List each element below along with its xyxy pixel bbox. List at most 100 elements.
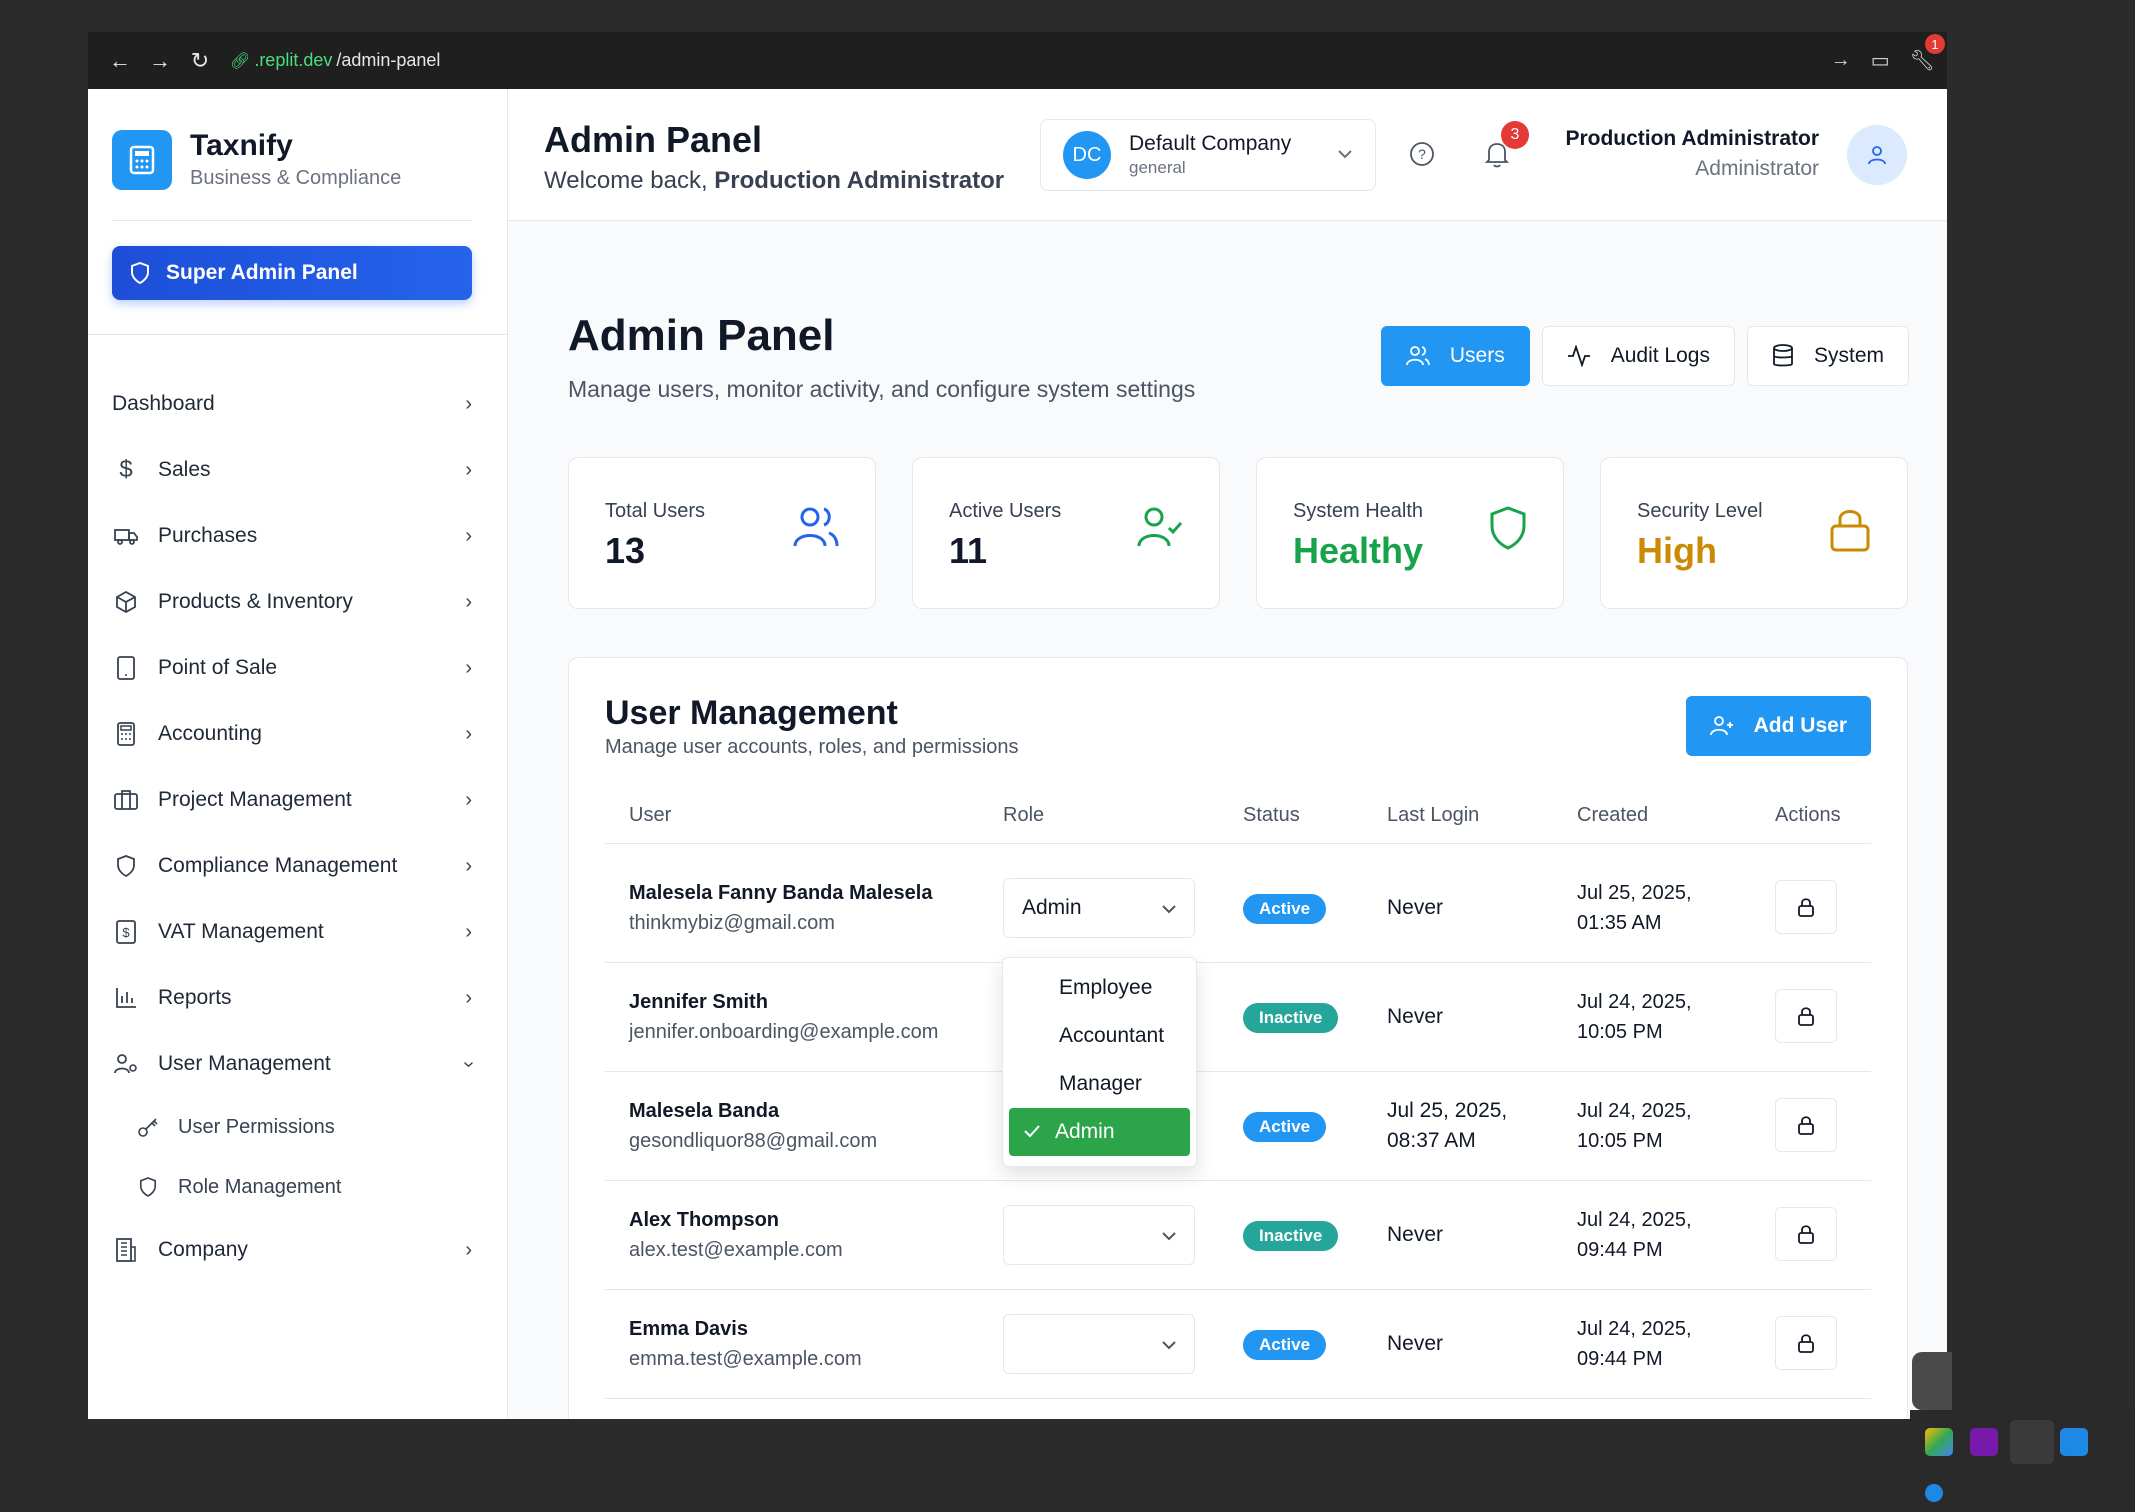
column-header: User — [629, 804, 672, 826]
header-title: Admin Panel — [544, 119, 763, 160]
extension-badge: 1 — [1925, 34, 1945, 54]
user-role: Administrator — [1695, 157, 1819, 180]
google-drive-icon[interactable] — [1925, 1428, 1953, 1456]
sidebar-item-label: Accounting — [158, 722, 262, 745]
role-option-admin[interactable]: Admin — [1009, 1108, 1190, 1156]
onenote-icon[interactable] — [1970, 1428, 1998, 1456]
chevron-right-icon: › — [465, 458, 472, 481]
role-option-accountant[interactable]: Accountant — [1009, 1012, 1190, 1060]
truck-icon — [112, 522, 140, 550]
tab-system[interactable]: System — [1746, 326, 1909, 386]
user-name-cell: Alex Thompson — [629, 1209, 780, 1231]
sidebar-item-purchases[interactable]: Purchases › — [112, 503, 472, 569]
role-select[interactable]: Admin — [1003, 878, 1195, 938]
chevron-right-icon: › — [465, 590, 472, 613]
admin-tabs: Users Audit Logs System — [1380, 326, 1909, 386]
stat-card-system-health: System Health Healthy — [1256, 457, 1564, 609]
floating-handle[interactable] — [1912, 1352, 1952, 1410]
bluetooth-icon[interactable] — [1925, 1484, 1943, 1502]
lock-user-button[interactable] — [1775, 1098, 1837, 1152]
app-window: Taxnify Business & Compliance Super Admi… — [88, 89, 1947, 1419]
user-email-cell: gesondliquor88@gmail.com — [629, 1130, 878, 1152]
user-email-cell: jennifer.onboarding@example.com — [629, 1021, 939, 1043]
calculator-icon — [112, 129, 172, 190]
feather-icon[interactable] — [2010, 1420, 2054, 1464]
sidebar-item-user-management[interactable]: User Management › — [112, 1031, 480, 1097]
lock-user-button[interactable] — [1775, 989, 1837, 1043]
address-bar[interactable]: 🔗︎ .replit.dev/admin-panel — [230, 50, 440, 71]
sidebar-item-dashboard[interactable]: Dashboard › — [112, 371, 472, 437]
sidebar-item-compliance-management[interactable]: Compliance Management › — [112, 833, 472, 899]
column-header: Actions — [1775, 804, 1841, 826]
role-select[interactable] — [1003, 1314, 1195, 1374]
created-cell: Jul 24, 2025, 09:44 PM — [1577, 1205, 1692, 1265]
reload-icon[interactable]: ↻ — [180, 41, 220, 81]
created-cell: Jul 24, 2025, 09:44 PM — [1577, 1314, 1692, 1374]
role-option-manager[interactable]: Manager — [1009, 1060, 1190, 1108]
sidebar-item-label: VAT Management — [158, 920, 324, 943]
last-login-line: 08:37 AM — [1387, 1129, 1476, 1152]
chevron-down-icon — [1162, 1223, 1176, 1247]
super-admin-button[interactable]: Super Admin Panel — [112, 246, 472, 300]
created-cell: Jul 24, 2025, 10:05 PM — [1577, 987, 1692, 1047]
sidebar-item-company[interactable]: Company › — [112, 1217, 472, 1283]
sidebar-item-label: Role Management — [178, 1175, 342, 1198]
company-selector[interactable]: DC Default Company general — [1040, 119, 1376, 191]
briefcase-icon — [112, 786, 140, 814]
forward-icon[interactable]: → — [140, 41, 180, 81]
lock-user-button[interactable] — [1775, 880, 1837, 934]
lock-icon — [1798, 1225, 1814, 1244]
last-login-line: Jul 25, 2025, — [1387, 1099, 1508, 1122]
tab-audit-logs[interactable]: Audit Logs — [1541, 326, 1735, 386]
last-login-cell: Jul 25, 2025, 08:37 AM — [1387, 1096, 1507, 1156]
role-value: Admin — [1022, 896, 1082, 919]
add-user-button[interactable]: Add User — [1685, 696, 1871, 756]
stat-card-security-level: Security Level High — [1600, 457, 1908, 609]
extension-icon[interactable]: 🔧︎ 1 — [1910, 34, 1945, 73]
page-subtitle: Manage users, monitor activity, and conf… — [568, 376, 1196, 402]
dollar-icon: $ — [119, 456, 133, 483]
user-email-cell: alex.test@example.com — [629, 1239, 843, 1261]
check-icon — [1023, 1120, 1041, 1144]
last-login-line: Never — [1387, 1223, 1444, 1246]
welcome-prefix: Welcome back, — [544, 167, 715, 194]
app-icon[interactable] — [2060, 1428, 2088, 1456]
sidebar-item-sales[interactable]: $ Sales › — [112, 437, 472, 503]
stat-label: System Health — [1293, 500, 1424, 522]
last-login-cell: Never — [1387, 1220, 1443, 1250]
sidebar-item-label: User Permissions — [178, 1115, 335, 1138]
lock-user-button[interactable] — [1775, 1316, 1837, 1370]
role-option-employee[interactable]: Employee — [1009, 964, 1190, 1012]
last-login-cell: Never — [1387, 1002, 1443, 1032]
arrow-right-icon[interactable]: → — [1831, 49, 1851, 72]
sidebar-subitem-user-permissions[interactable]: User Permissions — [112, 1097, 472, 1157]
shield-icon — [112, 852, 140, 880]
shield-icon — [1489, 506, 1527, 555]
sidebar-item-products-inventory[interactable]: Products & Inventory › — [112, 569, 472, 635]
created-cell: Jul 25, 2025, 01:35 AM — [1577, 878, 1692, 938]
lock-user-button[interactable] — [1775, 1207, 1837, 1261]
header-welcome: Welcome back, Production Administrator — [544, 167, 1004, 195]
sidebar-subitem-role-management[interactable]: Role Management — [112, 1157, 472, 1217]
sidebar-item-reports[interactable]: Reports › — [112, 965, 472, 1031]
role-select[interactable] — [1003, 1205, 1195, 1265]
chevron-down-icon — [1337, 146, 1353, 164]
sidebar-item-label: Products & Inventory — [158, 590, 353, 613]
tab-users[interactable]: Users — [1380, 326, 1530, 386]
screen-icon[interactable]: ▭ — [1871, 48, 1890, 73]
stats-row: Total Users 13 Active Users 11 System He… — [568, 457, 1908, 609]
divider — [112, 220, 472, 221]
lock-icon — [1798, 1007, 1814, 1026]
sidebar-item-project-management[interactable]: Project Management › — [112, 767, 472, 833]
user-plus-icon — [1709, 716, 1733, 736]
welcome-name: Production Administrator — [714, 167, 1005, 194]
back-icon[interactable]: ← — [100, 41, 140, 81]
sidebar-item-vat-management[interactable]: $ VAT Management › — [112, 899, 472, 965]
sidebar-item-accounting[interactable]: Accounting › — [112, 701, 472, 767]
column-header: Last Login — [1387, 804, 1480, 826]
users-icon — [793, 506, 839, 555]
sidebar-item-point-of-sale[interactable]: Point of Sale › — [112, 635, 472, 701]
user-avatar[interactable] — [1847, 125, 1907, 185]
created-line: Jul 24, 2025, — [1577, 1318, 1692, 1340]
help-icon[interactable]: ? — [1409, 141, 1435, 172]
